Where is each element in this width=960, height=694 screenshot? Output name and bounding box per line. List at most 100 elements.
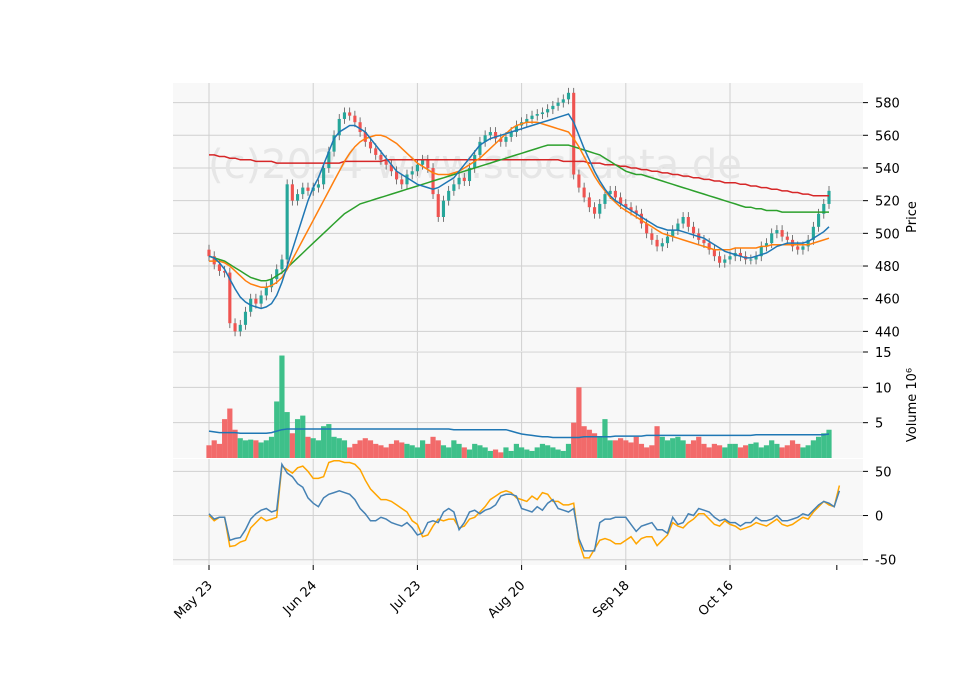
volume-bar — [331, 436, 337, 458]
volume-bar — [367, 440, 374, 458]
volume-bar — [690, 440, 697, 458]
candle-body — [566, 92, 571, 100]
candle-body — [452, 184, 456, 191]
candle-body — [561, 99, 565, 103]
volume-bar — [805, 445, 811, 458]
volume-bar — [315, 440, 322, 458]
volume-bar — [388, 443, 394, 458]
volume-bar — [258, 442, 264, 458]
y-tick-label: 520 — [875, 195, 900, 210]
candle-body — [441, 200, 446, 217]
price-panel-background — [173, 83, 863, 351]
candle-body — [535, 114, 539, 116]
volume-bar — [300, 415, 306, 458]
candle-body — [368, 141, 373, 149]
candle-body — [457, 177, 461, 185]
candle-body — [290, 184, 294, 201]
candle-body — [681, 217, 685, 224]
volume-bar — [701, 443, 707, 458]
volume-y-axis: 5 10 15 — [863, 346, 892, 432]
volume-bar — [534, 447, 540, 458]
candle-body — [702, 239, 706, 244]
candle-body — [348, 112, 352, 116]
candle-body — [322, 167, 326, 185]
stock-chart: (c)2024 www.stockdata.de 440 460 480 500 520… — [0, 0, 960, 690]
volume-bar — [284, 412, 290, 458]
candle-body — [796, 246, 800, 250]
volume-bar — [607, 440, 613, 458]
volume-bar — [545, 445, 551, 458]
volume-bar — [581, 426, 587, 458]
volume-bar — [576, 387, 582, 458]
y-tick-label: -50 — [875, 554, 896, 569]
volume-bar — [602, 419, 608, 458]
volume-bar — [232, 429, 238, 458]
volume-bar — [404, 443, 410, 458]
candle-body — [660, 243, 664, 247]
volume-bar — [560, 450, 566, 458]
volume-bar — [341, 440, 348, 458]
volume-bar — [242, 440, 249, 458]
candle-body — [410, 171, 414, 175]
volume-bar — [487, 450, 493, 458]
candle-body — [723, 259, 727, 263]
candle-body — [306, 187, 310, 191]
volume-bar — [628, 442, 634, 458]
candle-body — [587, 197, 591, 208]
candle-body — [415, 164, 419, 172]
volume-bar — [638, 443, 645, 458]
price-axis-label: Price — [905, 201, 920, 233]
volume-bar — [565, 443, 572, 458]
candle-body — [316, 184, 320, 188]
candle-body — [582, 187, 586, 198]
candle-body — [275, 269, 279, 280]
volume-bar — [654, 426, 660, 458]
volume-bar — [612, 440, 618, 458]
volume-bar — [492, 449, 499, 458]
volume-bar — [716, 445, 723, 458]
volume-bar — [649, 445, 655, 458]
candle-body — [436, 194, 440, 217]
volume-bar — [305, 436, 311, 458]
candle-body — [488, 132, 492, 136]
candle-body — [254, 298, 258, 304]
volume-bar — [440, 445, 447, 458]
volume-bar — [727, 443, 733, 458]
volume-bar — [237, 438, 243, 458]
volume-bar — [680, 440, 686, 458]
volume-bar — [810, 440, 816, 458]
volume-bar — [508, 450, 514, 458]
y-tick-label: 540 — [875, 162, 900, 177]
price-y-axis: 440 460 480 500 520 540 560 580 — [863, 97, 900, 340]
volume-bar — [503, 447, 509, 458]
volume-bar — [373, 443, 379, 458]
volume-bar — [268, 436, 275, 458]
volume-bar — [425, 443, 431, 458]
volume-bar — [211, 440, 217, 458]
volume-bar — [498, 452, 504, 458]
candle-body — [639, 213, 643, 224]
y-tick-label: 10 — [875, 381, 892, 396]
volume-bar — [722, 447, 728, 458]
volume-bar — [216, 443, 223, 458]
chart-canvas: (c)2024 www.stockdata.de 440460480500520… — [172, 83, 920, 622]
x-tick-label: May 23 — [172, 578, 216, 622]
volume-bar — [446, 447, 452, 458]
candle-body — [353, 115, 357, 123]
volume-bar — [383, 447, 389, 458]
candle-body — [686, 217, 690, 227]
volume-bar — [279, 355, 285, 458]
volume-bar — [758, 447, 764, 458]
volume-bar — [664, 440, 671, 458]
volume-bar — [732, 443, 738, 458]
candle-body — [238, 324, 242, 332]
volume-bar — [696, 436, 702, 458]
volume-panel: 5 10 15 Volume 10⁶ — [173, 346, 920, 458]
y-tick-label: 500 — [875, 227, 900, 242]
candle-body — [655, 239, 659, 247]
volume-bar — [644, 447, 650, 458]
volume-bar — [550, 447, 556, 458]
volume-bar — [555, 449, 561, 458]
volume-bar — [466, 449, 473, 458]
volume-bar — [670, 438, 676, 458]
